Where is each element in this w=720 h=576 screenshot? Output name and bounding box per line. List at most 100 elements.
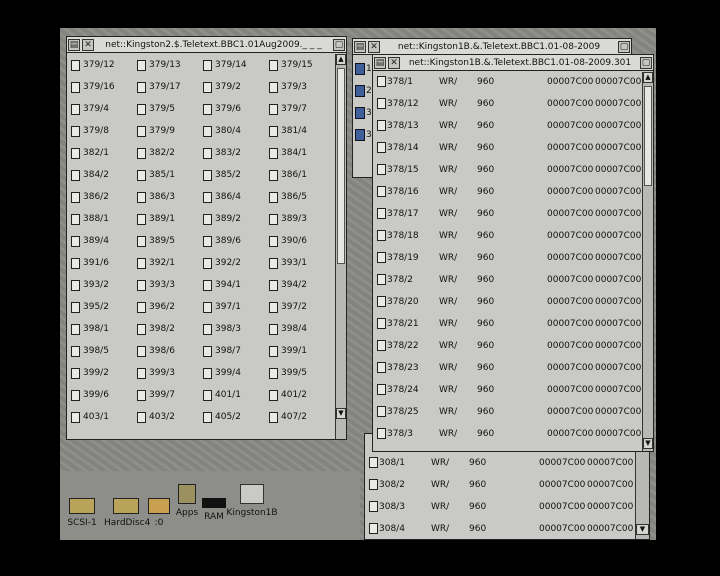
file-item[interactable]: 382/1 <box>71 145 109 161</box>
scroll-down-icon[interactable]: ▼ <box>643 438 653 449</box>
toggle-size-icon[interactable]: ▢ <box>618 40 630 53</box>
file-row[interactable]: 378/19 WR/960 00007C00 00007C00 <box>373 250 642 266</box>
file-item[interactable]: 399/7 <box>137 387 175 403</box>
file-row[interactable]: 378/18 WR/960 00007C00 00007C00 <box>373 228 642 244</box>
file-row[interactable]: 308/3 WR/960 00007C00 00007C00 <box>365 499 635 515</box>
file-item[interactable]: 389/5 <box>137 233 175 249</box>
file-row[interactable]: 378/1 WR/960 00007C00 00007C00 <box>373 74 642 90</box>
file-item[interactable]: 384/2 <box>71 167 109 183</box>
file-item[interactable]: 401/1 <box>203 387 241 403</box>
file-item[interactable]: 379/2 <box>203 79 241 95</box>
file-item[interactable]: 379/5 <box>137 101 175 117</box>
close-icon[interactable]: ✕ <box>82 38 94 51</box>
file-row[interactable]: 378/23 WR/960 00007C00 00007C00 <box>373 360 642 376</box>
file-item[interactable]: 389/1 <box>137 211 175 227</box>
file-item[interactable]: 379/8 <box>71 123 109 139</box>
file-item[interactable]: 379/3 <box>269 79 307 95</box>
file-row[interactable]: 378/16 WR/960 00007C00 00007C00 <box>373 184 642 200</box>
title-bar[interactable]: ▤ ✕ net::Kingston2.$.Teletext.BBC1.01Aug… <box>67 37 346 53</box>
file-item[interactable]: 379/9 <box>137 123 175 139</box>
file-item[interactable]: 399/2 <box>71 365 109 381</box>
file-item[interactable]: 399/1 <box>269 343 307 359</box>
file-row[interactable]: 308/2 WR/960 00007C00 00007C00 <box>365 477 635 493</box>
file-item[interactable]: 394/1 <box>203 277 241 293</box>
close-icon[interactable]: ✕ <box>388 56 400 69</box>
scroll-thumb[interactable] <box>337 68 345 264</box>
file-row[interactable]: 378/3 WR/960 00007C00 00007C00 <box>373 426 642 442</box>
file-item[interactable]: 379/7 <box>269 101 307 117</box>
file-item[interactable]: 397/2 <box>269 299 307 315</box>
file-item[interactable]: 382/2 <box>137 145 175 161</box>
back-icon[interactable]: ▤ <box>354 40 366 53</box>
vertical-scrollbar[interactable]: ▲ ▼ <box>335 54 346 439</box>
file-row[interactable]: 378/24 WR/960 00007C00 00007C00 <box>373 382 642 398</box>
scroll-up-icon[interactable]: ▲ <box>643 72 653 83</box>
file-row[interactable]: 378/2 WR/960 00007C00 00007C00 <box>373 272 642 288</box>
file-row[interactable]: 378/21 WR/960 00007C00 00007C00 <box>373 316 642 332</box>
vertical-scrollbar[interactable]: ▲ ▼ <box>642 72 653 451</box>
file-item[interactable]: 397/1 <box>203 299 241 315</box>
directory-item[interactable]: 3 <box>355 127 372 143</box>
iconbar-item-ram[interactable]: RAM <box>199 498 229 522</box>
filer-window-kingston2[interactable]: ▤ ✕ net::Kingston2.$.Teletext.BBC1.01Aug… <box>66 36 347 440</box>
iconbar-item-0[interactable]: :0 <box>144 498 174 528</box>
file-row[interactable]: 308/1 WR/960 00007C00 00007C00 <box>365 455 635 471</box>
title-bar[interactable]: ▤ ✕ net::Kingston1B.&.Teletext.BBC1.01-0… <box>373 55 653 71</box>
file-item[interactable]: 405/2 <box>203 409 241 425</box>
file-item[interactable]: 399/3 <box>137 365 175 381</box>
iconbar-item-scsi1[interactable]: SCSI-1 <box>62 498 102 528</box>
iconbar-item-apps[interactable]: Apps <box>172 484 202 518</box>
scroll-down-icon[interactable]: ▼ <box>336 408 346 419</box>
file-item[interactable]: 395/2 <box>71 299 109 315</box>
file-item[interactable]: 379/14 <box>203 57 247 73</box>
toggle-size-icon[interactable]: ▢ <box>640 56 652 69</box>
file-item[interactable]: 398/5 <box>71 343 109 359</box>
file-item[interactable]: 386/2 <box>71 189 109 205</box>
file-row[interactable]: 378/13 WR/960 00007C00 00007C00 <box>373 118 642 134</box>
file-item[interactable]: 398/4 <box>269 321 307 337</box>
file-item[interactable]: 393/2 <box>71 277 109 293</box>
toggle-size-icon[interactable]: ▢ <box>333 38 345 51</box>
file-item[interactable]: 399/4 <box>203 365 241 381</box>
iconbar-item-kingston1b[interactable]: Kingston1B <box>226 484 278 518</box>
file-row[interactable]: 378/12 WR/960 00007C00 00007C00 <box>373 96 642 112</box>
file-item[interactable]: 403/1 <box>71 409 109 425</box>
close-icon[interactable]: ✕ <box>368 40 380 53</box>
file-item[interactable]: 386/1 <box>269 167 307 183</box>
directory-item[interactable]: 1 <box>355 61 372 77</box>
iconbar-item-harddisc4[interactable]: HardDisc4 <box>104 498 150 528</box>
title-bar[interactable]: ▤ ✕ net::Kingston1B.&.Teletext.BBC1.01-0… <box>353 39 631 55</box>
filer-window-301[interactable]: ▤ ✕ net::Kingston1B.&.Teletext.BBC1.01-0… <box>372 54 654 452</box>
file-item[interactable]: 379/6 <box>203 101 241 117</box>
file-item[interactable]: 389/2 <box>203 211 241 227</box>
file-row[interactable]: 378/15 WR/960 00007C00 00007C00 <box>373 162 642 178</box>
file-item[interactable]: 385/2 <box>203 167 241 183</box>
file-item[interactable]: 393/3 <box>137 277 175 293</box>
file-item[interactable]: 392/2 <box>203 255 241 271</box>
file-item[interactable]: 379/12 <box>71 57 115 73</box>
file-item[interactable]: 393/1 <box>269 255 307 271</box>
file-item[interactable]: 401/2 <box>269 387 307 403</box>
file-item[interactable]: 407/2 <box>269 409 307 425</box>
file-item[interactable]: 386/5 <box>269 189 307 205</box>
file-item[interactable]: 379/17 <box>137 79 181 95</box>
file-row[interactable]: 378/20 WR/960 00007C00 00007C00 <box>373 294 642 310</box>
file-row[interactable]: 378/17 WR/960 00007C00 00007C00 <box>373 206 642 222</box>
file-item[interactable]: 392/1 <box>137 255 175 271</box>
file-item[interactable]: 381/4 <box>269 123 307 139</box>
scroll-up-icon[interactable]: ▲ <box>336 54 346 65</box>
file-item[interactable]: 379/16 <box>71 79 115 95</box>
file-item[interactable]: 398/1 <box>71 321 109 337</box>
file-item[interactable]: 403/2 <box>137 409 175 425</box>
file-item[interactable]: 385/1 <box>137 167 175 183</box>
scroll-down-icon[interactable]: ▼ <box>636 524 649 535</box>
file-item[interactable]: 394/2 <box>269 277 307 293</box>
back-icon[interactable]: ▤ <box>68 38 80 51</box>
file-item[interactable]: 379/15 <box>269 57 313 73</box>
file-item[interactable]: 396/2 <box>137 299 175 315</box>
file-item[interactable]: 389/4 <box>71 233 109 249</box>
file-item[interactable]: 399/6 <box>71 387 109 403</box>
scroll-thumb[interactable] <box>644 86 652 186</box>
file-item[interactable]: 379/13 <box>137 57 181 73</box>
file-item[interactable]: 390/6 <box>269 233 307 249</box>
